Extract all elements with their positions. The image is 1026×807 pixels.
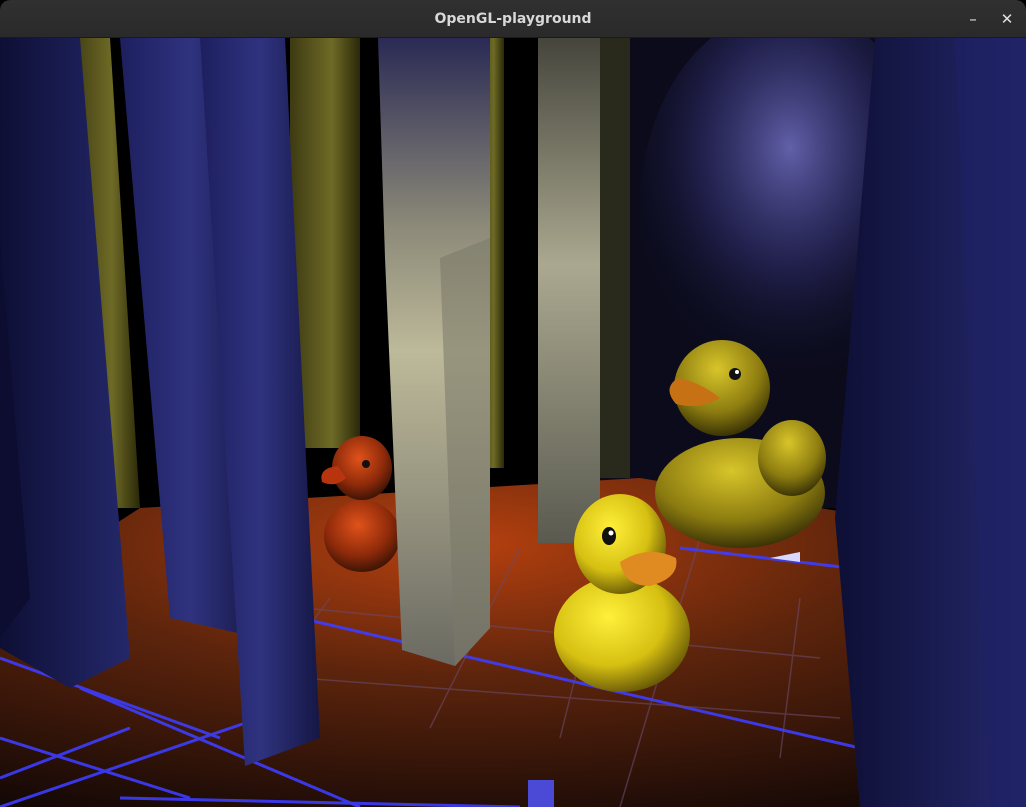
opengl-viewport[interactable] bbox=[0, 38, 1026, 807]
rendered-scene bbox=[0, 38, 1026, 807]
close-icon: ✕ bbox=[1000, 10, 1014, 28]
minimize-icon: – bbox=[969, 10, 977, 28]
window-title: OpenGL-playground bbox=[434, 11, 592, 27]
minimize-button[interactable]: – bbox=[961, 7, 985, 31]
title-bar[interactable]: OpenGL-playground – ✕ bbox=[0, 0, 1026, 38]
app-window: OpenGL-playground – ✕ bbox=[0, 0, 1026, 807]
close-button[interactable]: ✕ bbox=[995, 7, 1019, 31]
